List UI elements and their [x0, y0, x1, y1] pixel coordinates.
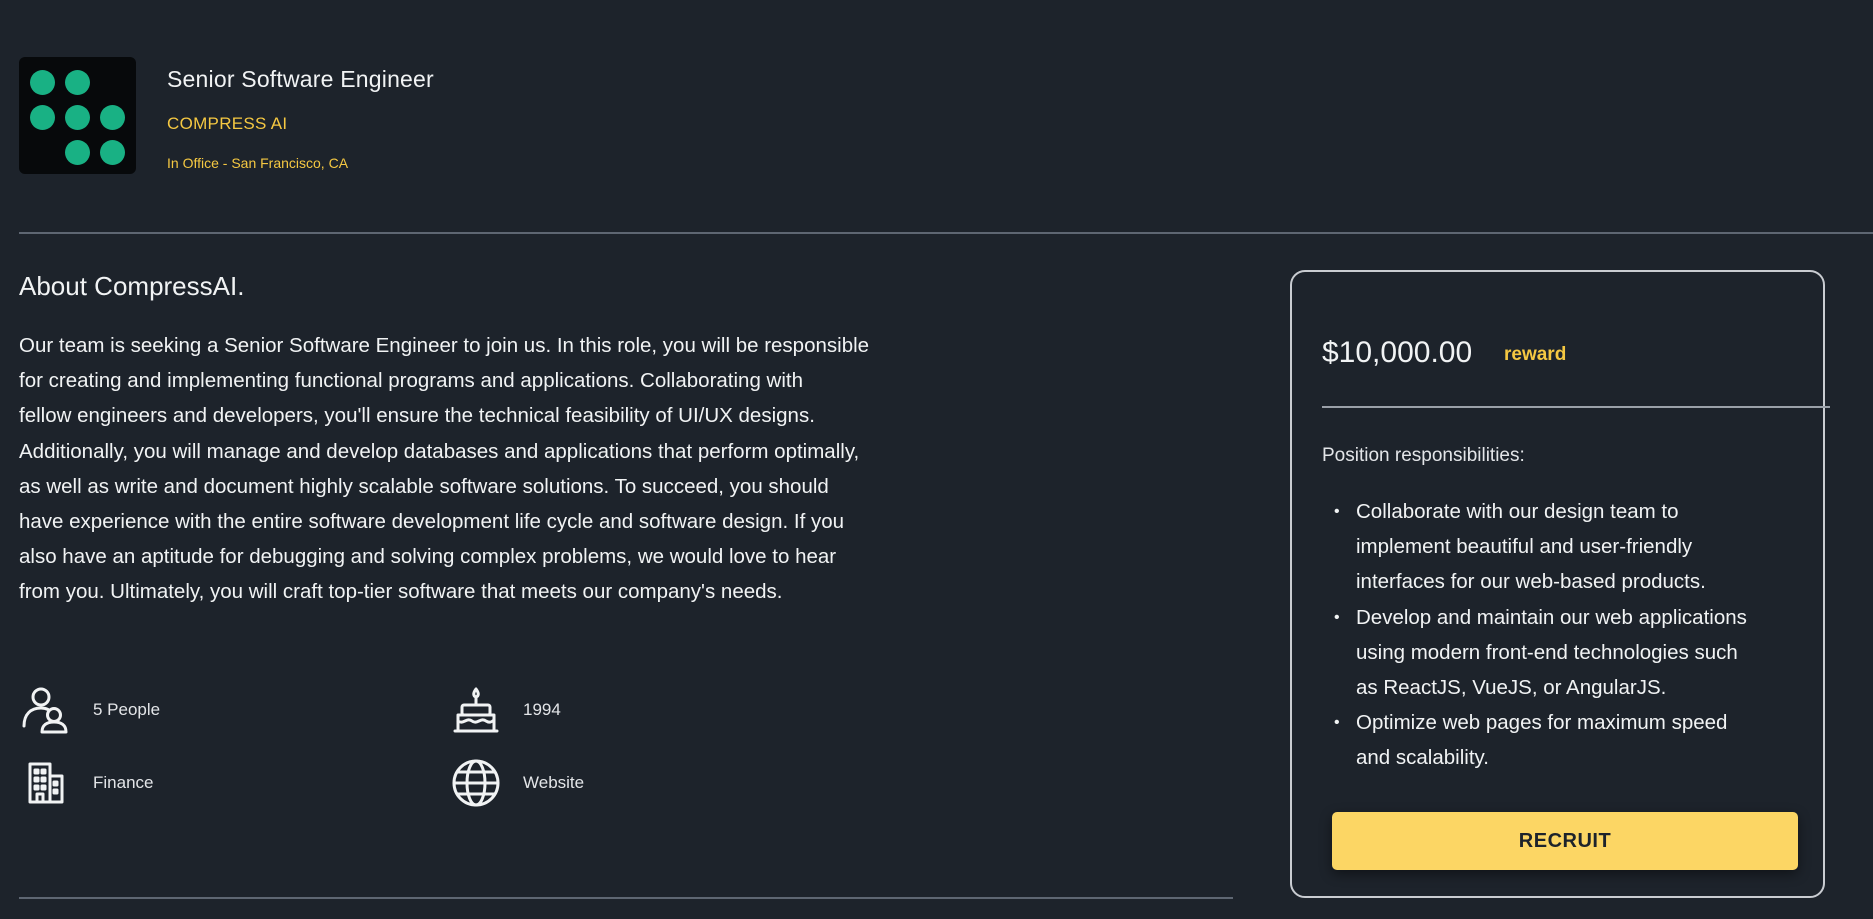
about-line: Additionally, you will manage and develo… [19, 439, 860, 463]
website-link[interactable]: Website [523, 773, 584, 793]
about-line: Our team is seeking a Senior Software En… [19, 334, 870, 357]
reward-amount: $10,000.00 [1322, 336, 1473, 369]
list-item-line: as ReactJS, VueJS, or AngularJS. [1356, 676, 1667, 700]
job-title: Senior Software Engineer [167, 66, 434, 92]
card-divider [1322, 406, 1830, 408]
about-line: from you. Ultimately, you will craft top… [19, 580, 783, 604]
birthday-cake-icon [449, 683, 503, 737]
logo-dot [65, 105, 90, 130]
list-item: Collaborate with our design team to impl… [1334, 494, 1836, 600]
founded-year: 1994 [523, 700, 561, 719]
list-item-line: implement beautiful and user-friendly [1356, 535, 1693, 559]
fact-industry: Finance [19, 756, 153, 810]
logo-dot [65, 140, 90, 165]
logo-dot [30, 105, 55, 130]
list-item-line: using modern front-end technologies such [1356, 640, 1738, 664]
about-line: as well as write and document highly sca… [19, 474, 829, 498]
list-item-line: and scalability. [1356, 746, 1489, 770]
about-line: fellow engineers and developers, you'll … [19, 404, 815, 428]
reward-card: $10,000.00 reward Position responsibilit… [1290, 270, 1830, 898]
logo-dot [30, 70, 55, 95]
about-line: have experience with the entire software… [19, 510, 845, 534]
logo-dot [100, 140, 125, 165]
responsibilities-list: Collaborate with our design team to impl… [1322, 494, 1836, 776]
globe-icon [449, 756, 503, 810]
reward-label: reward [1504, 344, 1567, 365]
logo-dot [100, 105, 125, 130]
people-icon [19, 683, 73, 737]
job-detail-page: Senior Software Engineer COMPRESS AI In … [0, 0, 1873, 919]
fact-people: 5 People [19, 683, 160, 737]
company-logo [19, 57, 136, 174]
company-name: COMPRESS AI [167, 114, 288, 133]
industry-label: Finance [93, 773, 154, 792]
list-item-line: Collaborate with our design team to [1356, 500, 1679, 523]
people-count: 5 People [93, 700, 161, 719]
header-divider [19, 232, 1873, 234]
responsibilities-heading: Position responsibilities: [1322, 445, 1525, 466]
company-facts: 5 People 1994 Finance Website [19, 683, 879, 823]
about-heading: About CompressAI. [19, 271, 245, 301]
job-location: In Office - San Francisco, CA [167, 155, 349, 171]
fact-website[interactable]: Website [449, 756, 584, 810]
about-bottom-divider [19, 897, 1233, 899]
logo-dot [65, 70, 90, 95]
list-item-line: Develop and maintain our web application… [1356, 605, 1747, 629]
recruit-button[interactable]: RECRUIT [1332, 812, 1798, 870]
list-item-line: Optimize web pages for maximum speed [1356, 711, 1728, 735]
fact-founded: 1994 [449, 683, 561, 737]
about-line: also have an aptitude for debugging and … [19, 545, 837, 569]
list-item-line: interfaces for our web-based products. [1356, 570, 1706, 594]
about-description: Our team is seeking a Senior Software En… [19, 328, 1019, 610]
list-item: Develop and maintain our web application… [1334, 600, 1836, 706]
about-line: for creating and implementing functional… [19, 369, 803, 393]
list-item: Optimize web pages for maximum speed and… [1334, 705, 1836, 775]
building-icon [19, 756, 73, 810]
